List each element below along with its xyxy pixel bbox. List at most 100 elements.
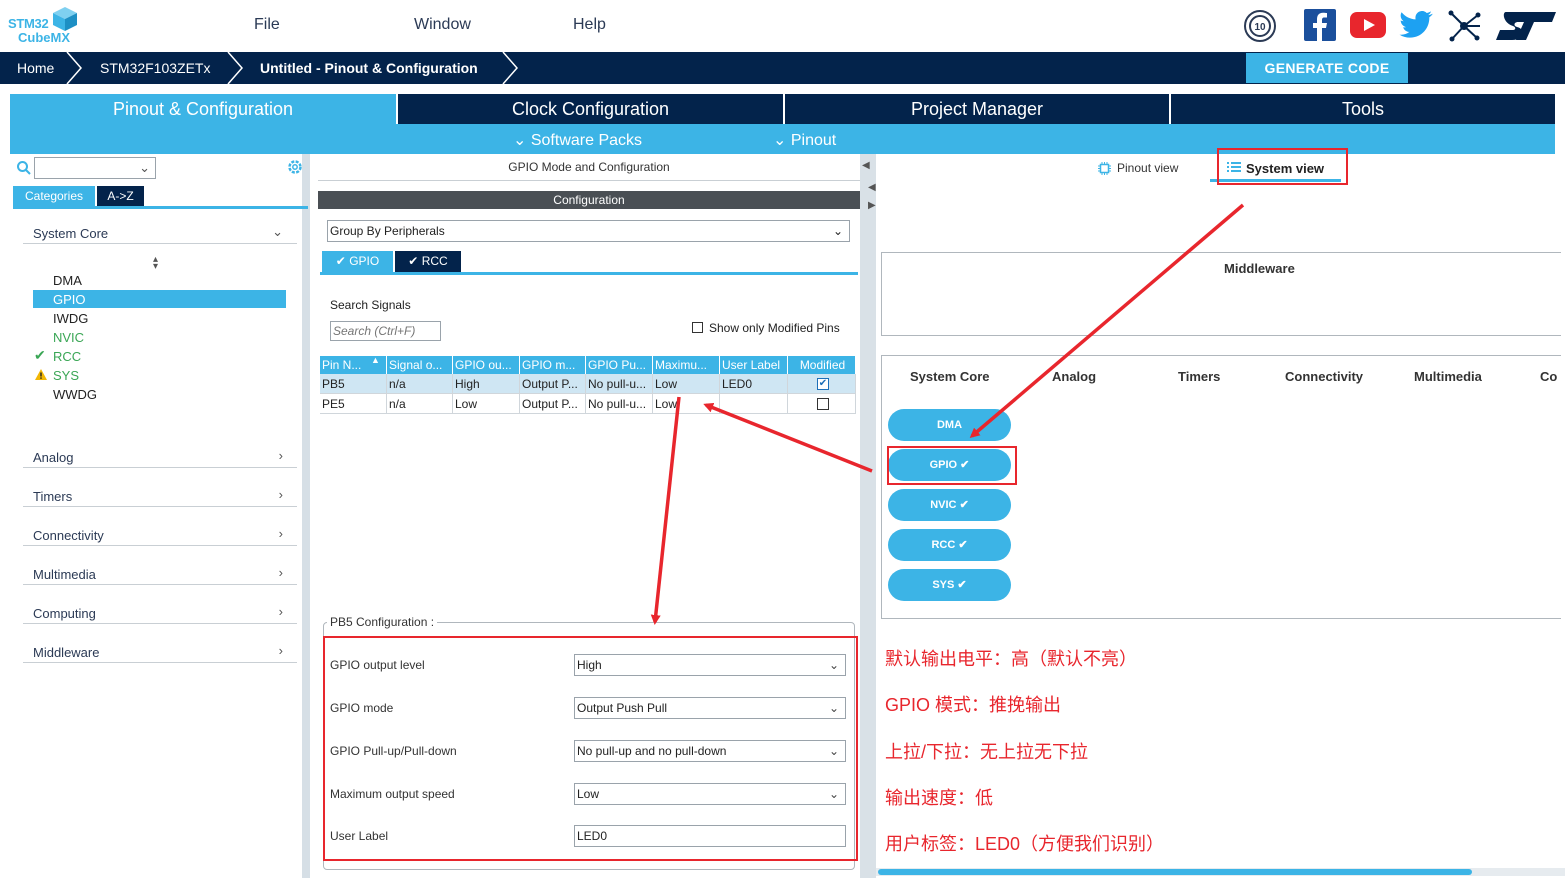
pinout-view-tab[interactable]: Pinout view — [1117, 161, 1178, 175]
tab-gpio[interactable]: ✔ GPIO — [322, 251, 393, 272]
generate-code-button[interactable]: GENERATE CODE — [1246, 53, 1408, 83]
twitter-icon[interactable] — [1399, 11, 1433, 39]
group-analog[interactable]: Analog › — [23, 438, 297, 468]
tab-rcc-label: RCC — [421, 254, 448, 268]
item-nvic[interactable]: NVIC — [53, 330, 84, 345]
tab-clock-configuration[interactable]: Clock Configuration — [398, 94, 783, 124]
tab-pinout-configuration[interactable]: Pinout & Configuration — [10, 94, 396, 124]
menu-file[interactable]: File — [254, 16, 280, 34]
chevron-down-icon: ⌄ — [773, 132, 791, 149]
horizontal-scrollbar-thumb[interactable] — [878, 869, 1472, 875]
st-logo-icon — [1496, 12, 1556, 40]
group-by-value: Group By Peripherals — [330, 224, 445, 238]
pill-dma[interactable]: DMA — [888, 409, 1011, 441]
col-gpio-mode[interactable]: GPIO m... — [520, 356, 586, 374]
cell-label: LED0 — [720, 374, 788, 394]
pill-sys[interactable]: SYS ✔ — [888, 569, 1011, 601]
pb5-config-title: PB5 Configuration : — [327, 615, 438, 629]
facebook-icon[interactable] — [1304, 9, 1336, 41]
item-dma[interactable]: DMA — [53, 273, 82, 288]
modified-checkbox[interactable] — [817, 398, 829, 410]
search-icon[interactable] — [16, 160, 32, 176]
logo-line-1: STM32 — [8, 16, 49, 31]
mode-config-title: GPIO Mode and Configuration — [508, 160, 670, 174]
middleware-box — [881, 252, 1561, 336]
sort-up-icon: ▲ — [371, 355, 380, 365]
col-user-label[interactable]: User Label — [720, 356, 788, 374]
cat-timers: Timers — [1178, 369, 1221, 384]
col-output-level[interactable]: GPIO ou... — [453, 356, 520, 374]
panel-splitter[interactable] — [860, 154, 876, 878]
menu-help[interactable]: Help — [573, 16, 606, 34]
pill-nvic[interactable]: NVIC ✔ — [888, 489, 1011, 521]
item-sys[interactable]: SYS — [53, 368, 79, 383]
cell-mode: Output P... — [520, 374, 586, 394]
item-wwdg[interactable]: WWDG — [53, 387, 97, 402]
tab-project-manager[interactable]: Project Manager — [785, 94, 1169, 124]
chevron-down-icon: ⌄ — [832, 224, 843, 238]
pinout-menu[interactable]: ⌄ Pinout — [773, 130, 836, 150]
youtube-icon[interactable] — [1350, 12, 1386, 38]
cat-connectivity: Connectivity — [1285, 369, 1364, 384]
cell-signal: n/a — [387, 394, 453, 414]
breadcrumb-chevron-icon — [502, 52, 518, 84]
warning-icon — [35, 369, 47, 380]
collapse-left-icon[interactable]: ◀ — [868, 182, 876, 193]
chevron-right-icon: › — [278, 643, 283, 658]
expand-right-icon[interactable]: ▶ — [868, 200, 876, 211]
menu-window[interactable]: Window — [414, 16, 471, 34]
check-circle-icon: ✔ — [958, 539, 968, 551]
software-packs-label: Software Packs — [530, 132, 643, 149]
item-rcc[interactable]: RCC — [53, 349, 81, 364]
sort-down-icon[interactable]: ▾ — [153, 261, 158, 272]
group-by-select[interactable]: Group By Peripherals ⌄ — [327, 220, 850, 242]
modified-checkbox-checked[interactable]: ✔ — [817, 378, 829, 390]
col-max-speed[interactable]: Maximu... — [653, 356, 720, 374]
col-signal[interactable]: Signal o... — [387, 356, 453, 374]
pill-rcc[interactable]: RCC ✔ — [888, 529, 1011, 561]
top-bar: STM32 CubeMX File Window Help 10 — [0, 0, 1565, 52]
highlight-pb5-config — [323, 636, 858, 861]
group-computing[interactable]: Computing › — [23, 594, 297, 624]
group-multimedia[interactable]: Multimedia › — [23, 555, 297, 585]
check-circle-icon: ✔ — [408, 254, 422, 268]
breadcrumb-chevron-icon — [66, 52, 82, 84]
cell-speed: Low — [653, 394, 720, 414]
software-packs-menu[interactable]: ⌄ Software Packs — [513, 130, 642, 150]
note-user-label: 用户标签：LED0（方便我们识别） — [885, 834, 1165, 854]
tab-rcc[interactable]: ✔ RCC — [395, 251, 461, 272]
tab-a-z[interactable]: A->Z — [97, 186, 144, 206]
item-iwdg[interactable]: IWDG — [53, 311, 88, 326]
anniversary-badge-icon[interactable]: 10 — [1243, 9, 1277, 43]
network-icon[interactable] — [1447, 9, 1481, 43]
tab-tools[interactable]: Tools — [1171, 94, 1555, 124]
tab-categories[interactable]: Categories — [13, 186, 95, 206]
group-timers[interactable]: Timers › — [23, 477, 297, 507]
note-output-level: 默认输出电平：高（默认不亮） — [885, 649, 1137, 669]
breadcrumb-home[interactable]: Home — [17, 52, 54, 84]
highlight-system-view — [1217, 148, 1348, 185]
show-modified-checkbox[interactable] — [692, 322, 703, 333]
cell-signal: n/a — [387, 374, 453, 394]
item-gpio[interactable]: GPIO — [53, 292, 86, 307]
cat-computing-cut: Co — [1540, 369, 1558, 384]
col-modified[interactable]: Modified — [788, 356, 856, 374]
group-system-core[interactable]: System Core ⌄ — [23, 214, 297, 244]
cell-pull: No pull-u... — [586, 374, 653, 394]
group-middleware[interactable]: Middleware › — [23, 633, 297, 663]
check-circle-icon: ✔ — [957, 579, 967, 591]
gear-icon[interactable] — [286, 158, 304, 176]
cell-speed: Low — [653, 374, 720, 394]
group-connectivity[interactable]: Connectivity › — [23, 516, 297, 546]
breadcrumb-device[interactable]: STM32F103ZETx — [100, 52, 210, 84]
collapse-left-icon[interactable]: ◀ — [862, 160, 870, 171]
pill-sys-label: SYS — [932, 579, 955, 591]
search-combo[interactable]: ⌄ — [34, 157, 156, 179]
col-pull[interactable]: GPIO Pu... — [586, 356, 653, 374]
breadcrumb-current[interactable]: Untitled - Pinout & Configuration — [260, 52, 478, 84]
pill-rcc-label: RCC — [931, 539, 956, 551]
search-signals-input[interactable] — [330, 321, 441, 341]
highlight-gpio-pill — [887, 446, 1017, 485]
note-pull: 上拉/下拉：无上拉无下拉 — [885, 742, 1088, 762]
logo-line-2: CubeMX — [18, 30, 70, 45]
